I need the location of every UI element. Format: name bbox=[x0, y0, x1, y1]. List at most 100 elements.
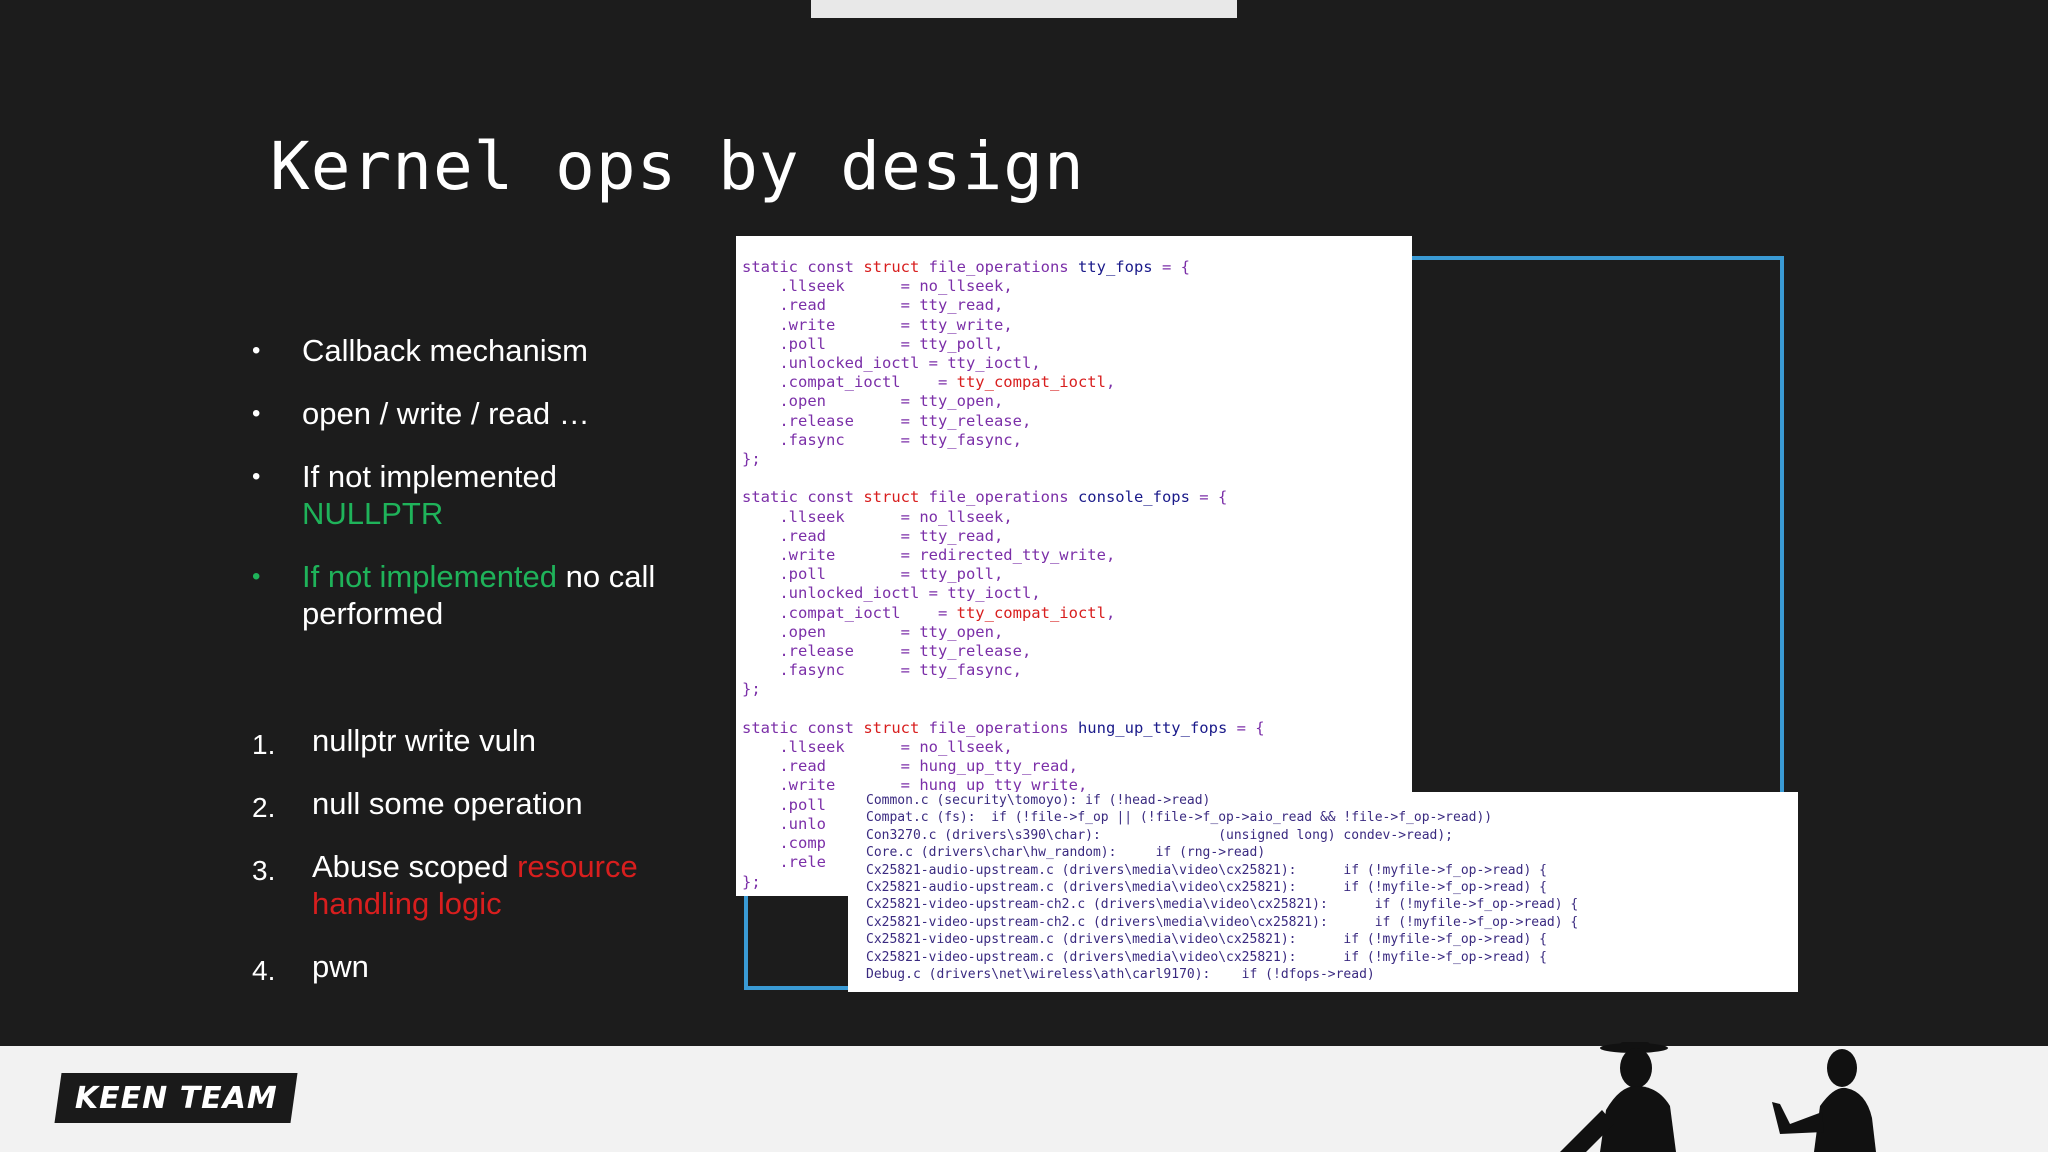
search-result-line: Cx25821-video-upstream-ch2.c (drivers\me… bbox=[866, 897, 1579, 913]
bullet-text: If not implemented bbox=[302, 459, 558, 494]
struct-header-line: static const struct file_operations cons… bbox=[742, 488, 1227, 506]
code-token: , bbox=[1021, 411, 1032, 430]
bullet-dot-icon: • bbox=[252, 337, 261, 364]
bullet-dot-icon: • bbox=[252, 563, 261, 590]
code-field-name: .unlocked_ioctl = bbox=[742, 584, 948, 603]
slide-title: Kernel ops by design bbox=[270, 128, 1085, 205]
search-result-line: Cx25821-video-upstream.c (drivers\media\… bbox=[866, 949, 1547, 965]
code-token: , bbox=[993, 392, 1004, 411]
code-token: file_operations bbox=[919, 258, 1078, 276]
step-number: 4. bbox=[252, 955, 276, 986]
code-token: , bbox=[1003, 315, 1013, 334]
code-field-name: .read = bbox=[742, 757, 920, 776]
search-result-line: Cx25821-video-upstream-ch2.c (drivers\me… bbox=[866, 914, 1579, 930]
struct-field-line: .llseek = no_llseek, bbox=[742, 277, 1012, 296]
code-field-value: tty_write bbox=[919, 315, 1004, 334]
code-token: , bbox=[993, 565, 1004, 584]
search-result-line: Con3270.c (drivers\s390\char): (unsigned… bbox=[866, 827, 1453, 843]
code-field-name: .unlo bbox=[742, 814, 826, 833]
step-text: null some operation bbox=[312, 786, 583, 821]
struct-field-line: .comp bbox=[742, 834, 826, 852]
code-token: , bbox=[1031, 584, 1041, 603]
code-token: , bbox=[1003, 738, 1013, 757]
code-field-name: .fasync = bbox=[742, 661, 920, 680]
step-number: 2. bbox=[252, 792, 276, 823]
code-token: = { bbox=[1227, 718, 1265, 737]
code-token: , bbox=[1003, 507, 1013, 526]
struct-field-line: .fasync = tty_fasync, bbox=[742, 661, 1022, 679]
struct-field-line: .release = tty_release, bbox=[742, 412, 1031, 430]
struct-header-line: static const struct file_operations tty_… bbox=[742, 258, 1190, 276]
code-field-name: .unlocked_ioctl = bbox=[742, 354, 948, 373]
step-item: 3. Abuse scoped resource handling logic bbox=[250, 848, 690, 922]
code-token: , bbox=[993, 526, 1004, 545]
struct-field-line: .rele bbox=[742, 853, 826, 871]
bullet-text: Callback mechanism bbox=[302, 333, 588, 368]
code-token: , bbox=[1105, 373, 1116, 392]
step-item: 4. pwn bbox=[250, 948, 690, 986]
code-field-name: .open = bbox=[742, 392, 920, 411]
struct-field-line: .poll = tty_poll, bbox=[742, 335, 1003, 353]
step-text: nullptr write vuln bbox=[312, 723, 536, 758]
code-field-name: .poll = bbox=[742, 334, 920, 353]
code-field-value: tty_open bbox=[919, 392, 994, 411]
struct-field-line: .unlocked_ioctl = tty_ioctl, bbox=[742, 354, 1041, 373]
code-field-name: .llseek = bbox=[742, 507, 920, 526]
code-field-name: .write = bbox=[742, 546, 920, 565]
code-field-name: .comp bbox=[742, 834, 826, 853]
code-field-name: .read = bbox=[742, 296, 920, 315]
struct-field-line: .unlocked_ioctl = tty_ioctl, bbox=[742, 584, 1041, 603]
struct-field-line: .open = tty_open, bbox=[742, 623, 1003, 641]
search-result-line: Cx25821-audio-upstream.c (drivers\media\… bbox=[866, 880, 1547, 896]
code-token: , bbox=[1031, 354, 1041, 373]
code-token: , bbox=[993, 334, 1004, 353]
code-field-name: .release = bbox=[742, 642, 920, 661]
code-token: = { bbox=[1189, 488, 1228, 507]
code-field-name: .llseek = bbox=[742, 738, 920, 757]
code-field-value: hung_up_tty_read bbox=[919, 757, 1069, 776]
code-field-value: tty_compat_ioctl bbox=[956, 373, 1106, 392]
search-result-line: Cx25821-audio-upstream.c (drivers\media\… bbox=[866, 862, 1547, 878]
code-field-name: .write = bbox=[742, 315, 920, 334]
code-field-value: tty_release bbox=[919, 411, 1022, 430]
bullet-item: • Callback mechanism bbox=[250, 332, 690, 369]
code-field-name: .poll = bbox=[742, 565, 920, 584]
code-struct-name: hung_up_tty_fops bbox=[1077, 718, 1228, 737]
search-results-block: Common.c (security\tomoyo): if (!head->r… bbox=[866, 792, 1798, 983]
code-field-value: tty_poll bbox=[919, 565, 994, 584]
code-field-value: tty_read bbox=[919, 526, 994, 545]
search-result-line: Debug.c (drivers\net\wireless\ath\carl91… bbox=[866, 967, 1375, 983]
code-field-name: .rele bbox=[742, 853, 826, 872]
code-field-name: .llseek = bbox=[742, 277, 920, 296]
struct-close-line: }; bbox=[742, 680, 761, 699]
struct-field-line: .unlo bbox=[742, 815, 826, 833]
code-field-value: redirected_tty_write bbox=[919, 546, 1106, 565]
top-tab bbox=[811, 0, 1237, 18]
bullet-text-highlight: NULLPTR bbox=[302, 496, 444, 531]
code-keyword: struct bbox=[863, 258, 920, 276]
code-field-value: tty_compat_ioctl bbox=[956, 603, 1106, 622]
code-field-name: .read = bbox=[742, 526, 920, 545]
logo-text: KEEN TEAM bbox=[74, 1080, 278, 1116]
code-token: , bbox=[1021, 642, 1032, 661]
step-item: 2. null some operation bbox=[250, 785, 690, 823]
code-field-value: no_llseek bbox=[919, 507, 1004, 526]
struct-field-line: .write = redirected_tty_write, bbox=[742, 546, 1115, 564]
code-struct-name: tty_fops bbox=[1077, 258, 1153, 276]
struct-field-line: .compat_ioctl = tty_compat_ioctl, bbox=[742, 373, 1115, 391]
code-token: static const bbox=[742, 718, 864, 737]
bullet-item: • If not implemented no call performed bbox=[250, 558, 690, 632]
code-field-value: tty_fasync bbox=[919, 661, 1013, 680]
search-result-line: Cx25821-video-upstream.c (drivers\media\… bbox=[866, 932, 1547, 948]
step-list: 1. nullptr write vuln 2. null some opera… bbox=[250, 722, 690, 1011]
struct-field-line: .llseek = no_llseek, bbox=[742, 738, 1013, 757]
bullet-dot-icon: • bbox=[252, 400, 261, 427]
code-field-value: tty_release bbox=[919, 642, 1022, 661]
struct-field-line: .write = tty_write, bbox=[742, 315, 1013, 334]
code-keyword: struct bbox=[863, 488, 920, 507]
struct-field-line: .read = hung_up_tty_read, bbox=[742, 757, 1078, 775]
search-result-line: Core.c (drivers\char\hw_random): if (rng… bbox=[866, 845, 1266, 861]
code-field-value: tty_open bbox=[919, 622, 994, 641]
silhouette-figures-image bbox=[1560, 1042, 1876, 1152]
code-field-name: .compat_ioctl = bbox=[742, 373, 957, 392]
